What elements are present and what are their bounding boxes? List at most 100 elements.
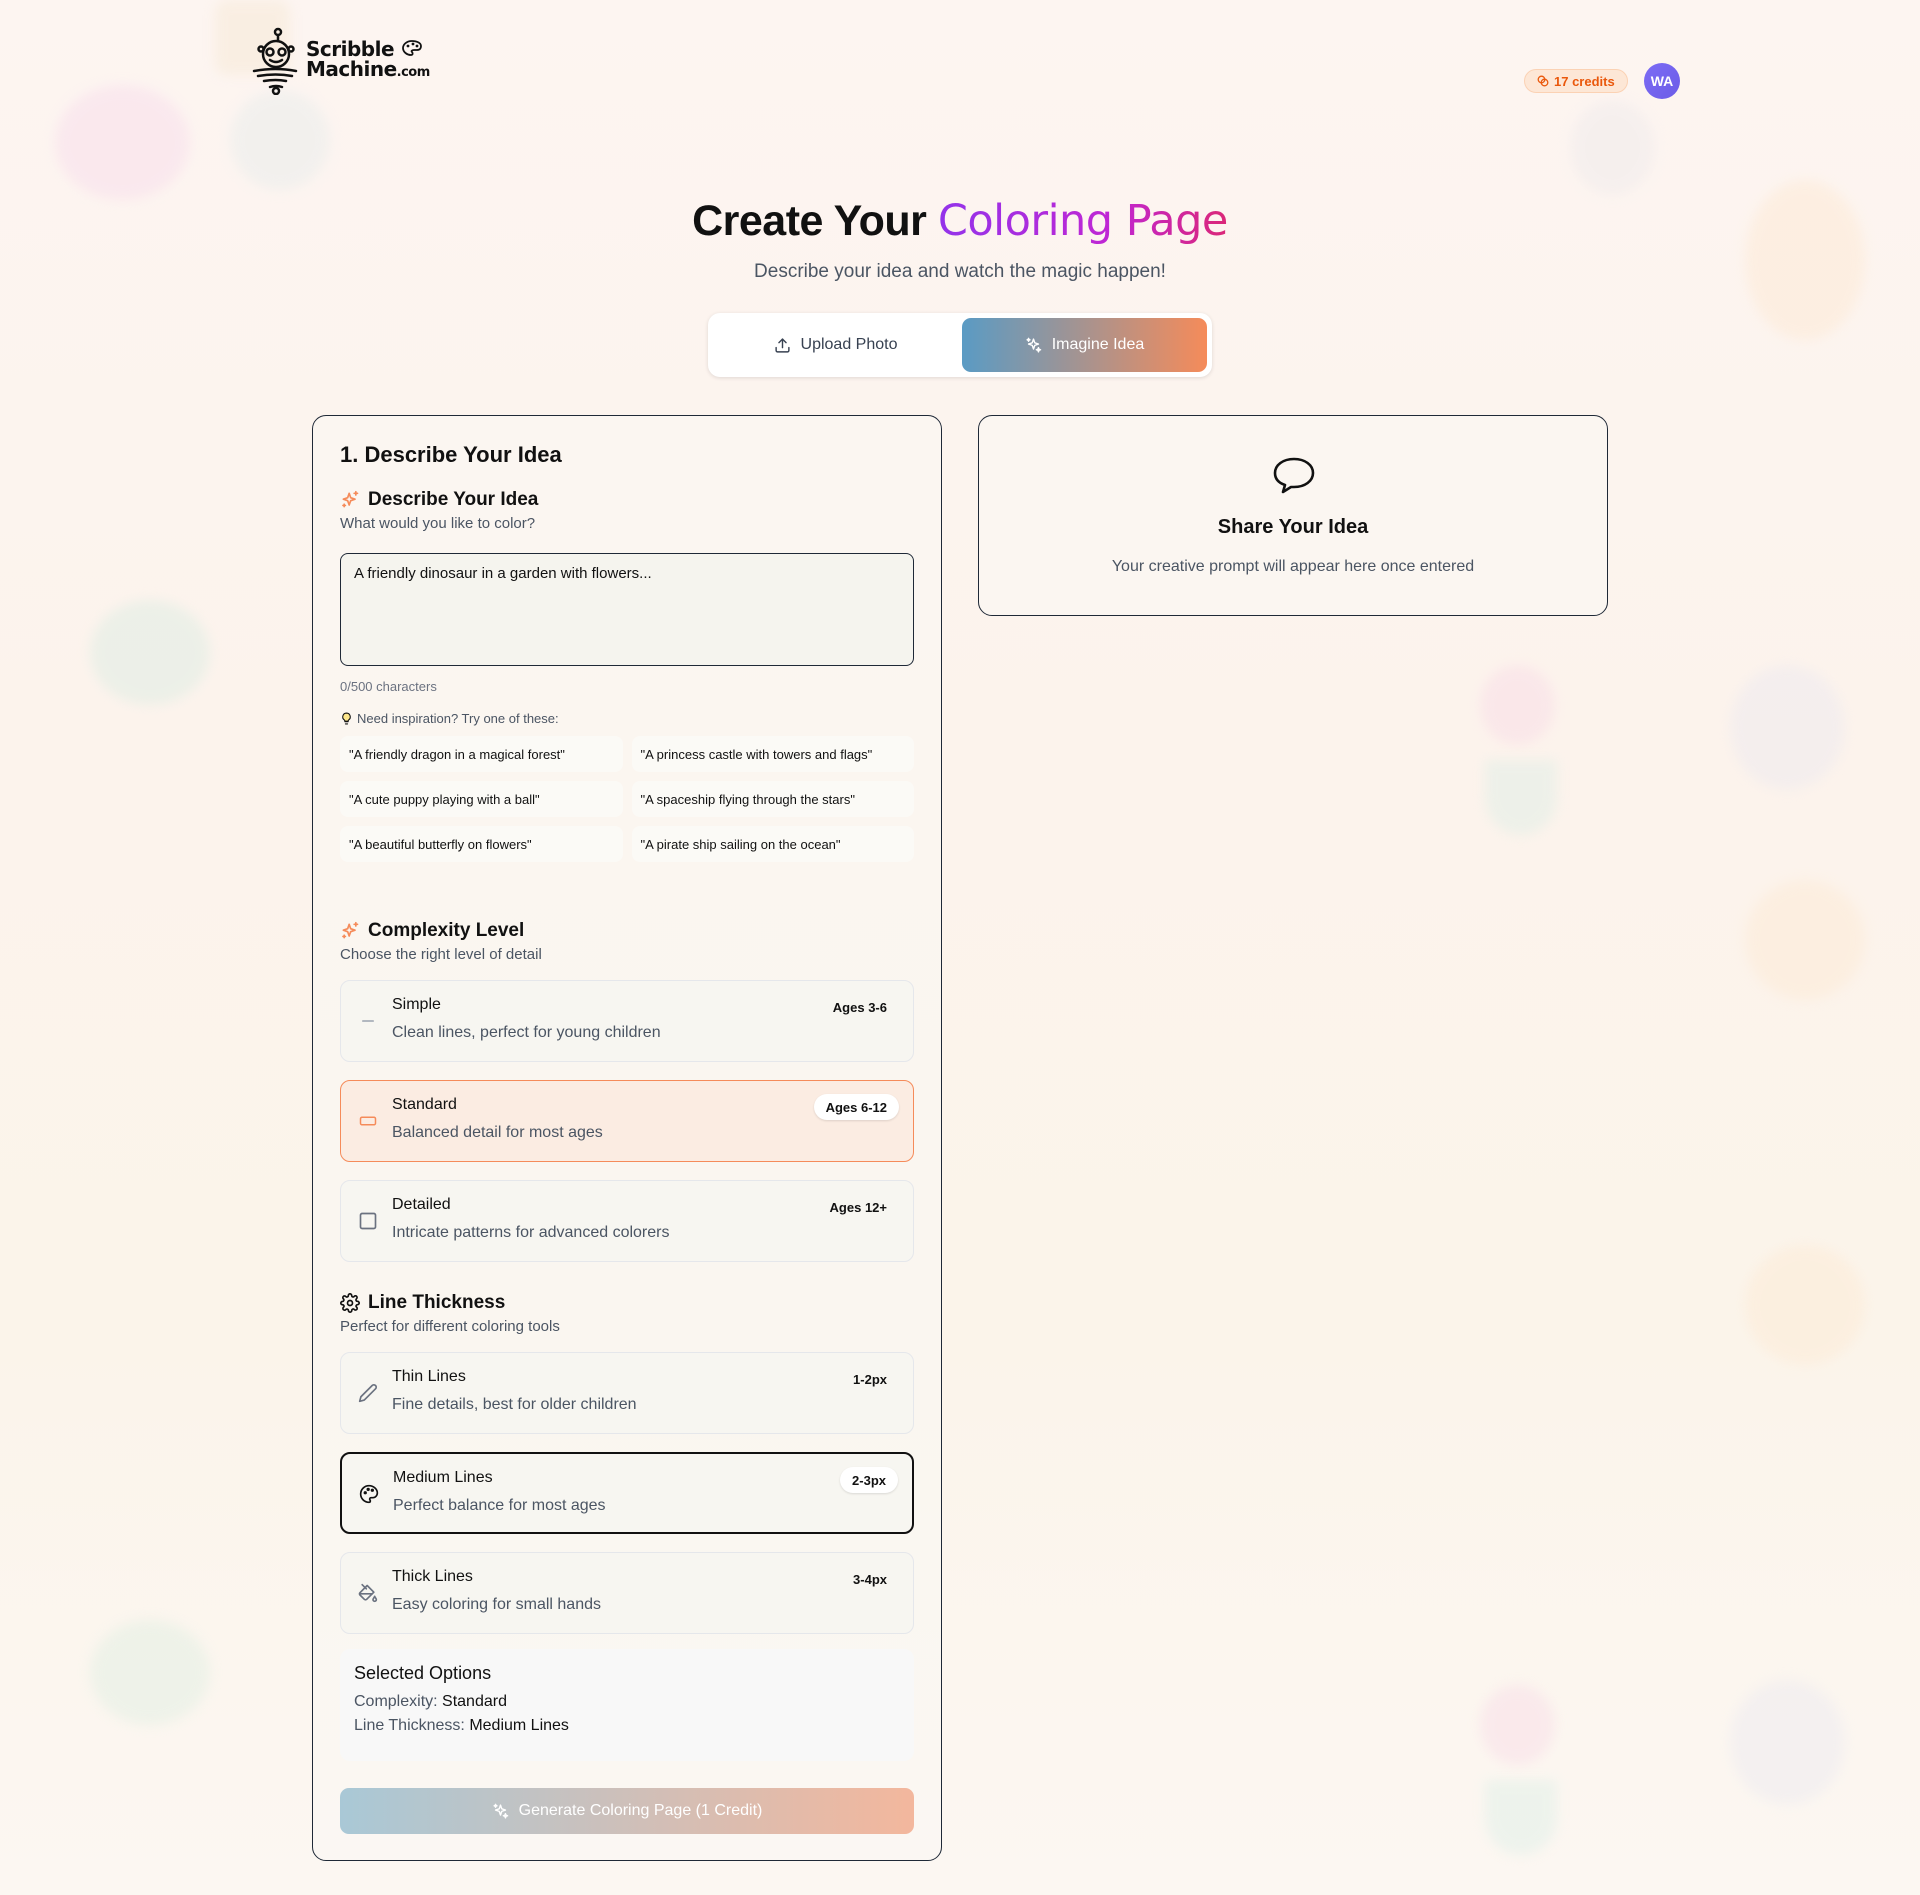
idea-form-card: 1. Describe Your Idea Describe Your Idea…: [312, 415, 942, 1861]
sparkles-icon: [342, 490, 359, 508]
coins-icon: [1537, 75, 1549, 87]
thickness-option-thick[interactable]: Thick Lines Easy coloring for small hand…: [340, 1552, 914, 1634]
background-blob: [1480, 665, 1555, 745]
logo-line2: Machine: [306, 57, 397, 81]
option-description: Fine details, best for older children: [392, 1396, 637, 1413]
suggestion-chip[interactable]: "A cute puppy playing with a ball": [340, 781, 623, 817]
summary-thickness: Line Thickness: Medium Lines: [354, 1717, 900, 1735]
background-blob: [1485, 760, 1557, 835]
describe-subheading: What would you like to color?: [340, 515, 536, 532]
suggestion-chip[interactable]: "A beautiful butterfly on flowers": [340, 826, 623, 862]
inspiration-label-text: Need inspiration? Try one of these:: [357, 711, 559, 726]
background-blob: [230, 90, 330, 190]
background-blob: [1745, 1245, 1865, 1365]
tab-upload-photo-label: Upload Photo: [800, 336, 898, 353]
summary-thickness-value: Medium Lines: [469, 1717, 569, 1734]
background-blob: [1730, 665, 1845, 790]
tab-imagine-idea-label: Imagine Idea: [1051, 336, 1145, 353]
complexity-option-simple[interactable]: Simple Clean lines, perfect for young ch…: [340, 980, 914, 1062]
gear-icon: [340, 1293, 360, 1313]
describe-heading: Describe Your Idea: [340, 489, 538, 511]
suggestion-chip[interactable]: "A princess castle with towers and flags…: [631, 736, 914, 772]
option-description: Balanced detail for most ages: [392, 1124, 603, 1141]
palette-icon: [359, 1484, 379, 1504]
background-blob: [55, 85, 190, 200]
age-badge: Ages 12+: [829, 1199, 887, 1215]
preview-title: Share Your Idea: [1217, 516, 1369, 538]
size-badge: 2-3px: [840, 1467, 898, 1493]
mode-toggle: Upload Photo Imagine Idea: [708, 313, 1212, 377]
site-logo[interactable]: Scribble Machine.com: [248, 27, 430, 95]
background-blob: [1480, 1685, 1555, 1765]
summary-thickness-label: Line Thickness:: [354, 1717, 465, 1734]
thickness-option-medium[interactable]: Medium Lines Perfect balance for most ag…: [340, 1452, 914, 1534]
summary-complexity-value: Standard: [442, 1693, 507, 1710]
lightbulb-icon: [342, 712, 351, 725]
age-badge: Ages 6-12: [813, 1094, 899, 1120]
avatar-initials: WA: [1650, 73, 1674, 89]
age-badge: Ages 3-6: [832, 999, 887, 1015]
preview-subtitle: Your creative prompt will appear here on…: [1111, 558, 1475, 575]
option-description: Clean lines, perfect for young children: [392, 1024, 661, 1041]
option-name: Thick Lines: [392, 1568, 473, 1585]
sparkles-icon: [342, 921, 359, 939]
speech-bubble-icon: [1273, 457, 1315, 494]
rectangle-icon: [359, 1116, 377, 1126]
option-name: Standard: [392, 1096, 457, 1113]
sparkles-icon: [1026, 337, 1042, 353]
char-counter: 0/500 characters: [340, 679, 437, 694]
complexity-heading: Complexity Level: [340, 920, 524, 942]
generate-button-label: Generate Coloring Page (1 Credit): [518, 1802, 763, 1819]
option-name: Medium Lines: [393, 1469, 493, 1486]
square-icon: [359, 1212, 377, 1230]
user-avatar[interactable]: WA: [1644, 63, 1680, 99]
paint-bucket-icon: [358, 1583, 378, 1603]
option-name: Thin Lines: [392, 1368, 466, 1385]
complexity-heading-text: Complexity Level: [368, 920, 525, 941]
complexity-option-standard[interactable]: Standard Balanced detail for most ages A…: [340, 1080, 914, 1162]
palette-logo-icon: [401, 40, 422, 56]
page-title: Create Your Coloring Page: [0, 196, 1920, 246]
summary-complexity: Complexity: Standard: [354, 1693, 900, 1711]
summary-title: Selected Options: [354, 1663, 492, 1683]
complexity-subheading: Choose the right level of detail: [340, 946, 542, 963]
option-description: Intricate patterns for advanced colorers: [392, 1224, 670, 1241]
complexity-option-detailed[interactable]: Detailed Intricate patterns for advanced…: [340, 1180, 914, 1262]
size-badge: 1-2px: [853, 1371, 887, 1387]
background-blob: [1570, 100, 1655, 195]
tab-imagine-idea[interactable]: Imagine Idea: [962, 318, 1207, 372]
size-badge: 3-4px: [853, 1571, 887, 1587]
suggestion-chip[interactable]: "A friendly dragon in a magical forest": [340, 736, 623, 772]
option-description: Perfect balance for most ages: [393, 1497, 606, 1514]
background-blob: [1730, 1680, 1845, 1805]
page-subtitle: Describe your idea and watch the magic h…: [754, 261, 1166, 282]
credits-badge[interactable]: 17 credits: [1524, 69, 1628, 93]
robot-mascot-icon: [252, 27, 298, 95]
page-title-accent: Coloring Page: [937, 196, 1229, 246]
minus-icon: [362, 1020, 374, 1022]
suggestion-chip[interactable]: "A spaceship flying through the stars": [631, 781, 914, 817]
option-description: Easy coloring for small hands: [392, 1596, 601, 1613]
selected-options-summary: Selected Options Complexity: Standard Li…: [340, 1649, 914, 1761]
upload-icon: [774, 337, 790, 353]
idea-prompt-input[interactable]: [340, 553, 914, 666]
thickness-heading-text: Line Thickness: [368, 1292, 506, 1313]
summary-complexity-label: Complexity:: [354, 1693, 438, 1710]
suggestion-chip[interactable]: "A pirate ship sailing on the ocean": [631, 826, 914, 862]
option-name: Simple: [392, 996, 441, 1013]
option-name: Detailed: [392, 1196, 451, 1213]
idea-preview-card: Share Your Idea Your creative prompt wil…: [978, 415, 1608, 616]
pencil-icon: [358, 1384, 377, 1403]
logo-wordmark: Scribble Machine.com: [306, 39, 430, 83]
form-title: 1. Describe Your Idea: [340, 442, 562, 467]
thickness-option-thin[interactable]: Thin Lines Fine details, best for older …: [340, 1352, 914, 1434]
page-title-plain: Create Your: [692, 197, 938, 245]
background-blob: [90, 600, 210, 705]
sparkles-icon: [493, 1803, 508, 1819]
background-blob: [1745, 880, 1865, 1000]
tab-upload-photo[interactable]: Upload Photo: [713, 318, 958, 372]
generate-button[interactable]: Generate Coloring Page (1 Credit): [340, 1788, 914, 1834]
credits-count: 17 credits: [1554, 73, 1615, 89]
suggestion-list: "A friendly dragon in a magical forest" …: [340, 736, 914, 862]
describe-heading-text: Describe Your Idea: [368, 489, 539, 510]
